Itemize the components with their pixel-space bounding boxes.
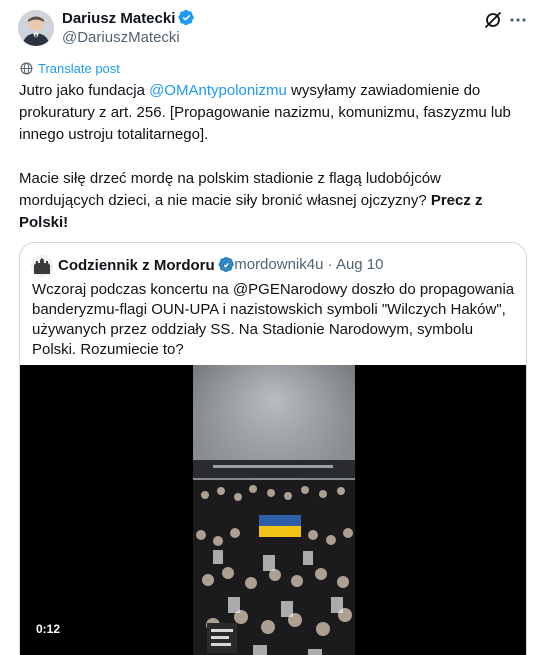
- quote-author-name-text: Codziennik z Mordoru: [58, 257, 215, 274]
- post-paragraph-1: Jutro jako fundacja @OMAntypolonizmu wys…: [19, 80, 519, 146]
- mention-link[interactable]: @OMAntypolonizmu: [149, 82, 287, 99]
- author-name-text: Dariusz Matecki: [62, 10, 176, 27]
- author-name[interactable]: Dariusz Matecki: [62, 9, 195, 28]
- post-text-para2: Macie siłę drzeć mordę na polskim stadio…: [19, 170, 441, 209]
- quote-text: Wczoraj podczas koncertu na @PGENarodowy…: [32, 281, 515, 358]
- author-handle[interactable]: @DariuszMatecki: [62, 29, 180, 47]
- post-text-intro: Jutro jako fundacja: [19, 82, 150, 99]
- author-avatar[interactable]: [18, 10, 54, 46]
- post-card: Dariusz Matecki @DariuszMatecki Translat…: [0, 0, 539, 655]
- verified-badge-icon: [178, 9, 195, 26]
- video-player[interactable]: 0:12: [20, 365, 526, 655]
- quote-handle-date[interactable]: @mordownik4u · Aug 10: [219, 256, 383, 274]
- flag: [259, 515, 301, 537]
- translate-post-link[interactable]: Translate post: [20, 60, 120, 76]
- translate-post-label: Translate post: [38, 60, 120, 76]
- video-thumbnail[interactable]: [193, 365, 355, 655]
- quoted-post[interactable]: Codziennik z Mordoru @mordownik4u · Aug …: [19, 242, 527, 655]
- grok-icon[interactable]: [483, 10, 503, 30]
- more-icon[interactable]: [508, 10, 528, 30]
- post-text: Jutro jako fundacja @OMAntypolonizmu wys…: [19, 80, 519, 234]
- quote-author-avatar[interactable]: [31, 255, 53, 277]
- post-paragraph-2: Macie siłę drzeć mordę na polskim stadio…: [19, 168, 519, 234]
- translate-globe-icon: [20, 62, 33, 74]
- video-duration: 0:12: [32, 620, 65, 638]
- quote-author-name[interactable]: Codziennik z Mordoru: [58, 256, 235, 275]
